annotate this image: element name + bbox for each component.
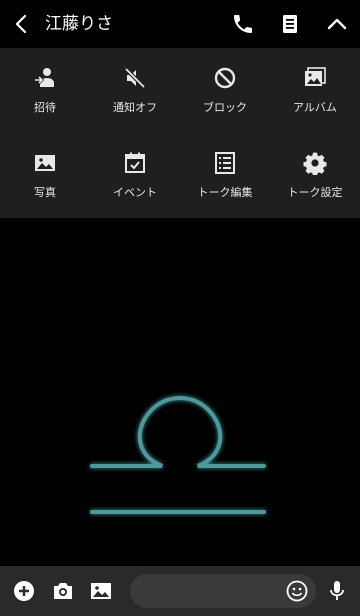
- notes-icon[interactable]: [278, 12, 302, 36]
- mute-icon: [124, 67, 146, 89]
- album-icon: [305, 67, 326, 86]
- image-icon[interactable]: [89, 579, 113, 603]
- block-icon: [214, 67, 236, 89]
- menu-item-mute[interactable]: 通知オフ: [90, 48, 180, 133]
- plus-icon[interactable]: [12, 579, 36, 603]
- menu-label: イベント: [113, 186, 157, 199]
- event-icon: [125, 152, 145, 173]
- menu-item-album[interactable]: アルバム: [270, 48, 360, 133]
- menu-label: トーク編集: [197, 186, 253, 199]
- libra-symbol-art: [90, 395, 266, 514]
- emoji-icon[interactable]: [285, 579, 309, 603]
- invite-icon: [35, 68, 54, 87]
- photo-icon: [35, 155, 55, 171]
- input-bar: [0, 566, 360, 616]
- chat-title: 江藤りさ: [45, 14, 113, 34]
- back-icon[interactable]: [10, 12, 34, 36]
- mic-icon[interactable]: [325, 579, 349, 603]
- menu-item-talk-settings[interactable]: トーク設定: [270, 133, 360, 218]
- chat-menu: 招待 通知オフ ブロック アルバム 写真 イベント トーク編集 トーク設定: [0, 48, 360, 218]
- menu-item-photo[interactable]: 写真: [0, 133, 90, 218]
- menu-item-event[interactable]: イベント: [90, 133, 180, 218]
- edit-list-icon: [215, 152, 235, 174]
- menu-item-edit-talk[interactable]: トーク編集: [180, 133, 270, 218]
- menu-label: ブロック: [203, 101, 247, 114]
- menu-item-block[interactable]: ブロック: [180, 48, 270, 133]
- menu-item-invite[interactable]: 招待: [0, 48, 90, 133]
- menu-label: 通知オフ: [113, 101, 157, 114]
- menu-label: 招待: [34, 101, 56, 114]
- camera-icon[interactable]: [51, 579, 75, 603]
- menu-label: アルバム: [293, 101, 337, 114]
- collapse-icon[interactable]: [325, 12, 349, 36]
- menu-label: 写真: [34, 186, 56, 199]
- header: 江藤りさ: [0, 0, 360, 48]
- menu-label: トーク設定: [287, 186, 343, 199]
- phone-icon[interactable]: [231, 12, 255, 36]
- gear-icon: [303, 152, 327, 175]
